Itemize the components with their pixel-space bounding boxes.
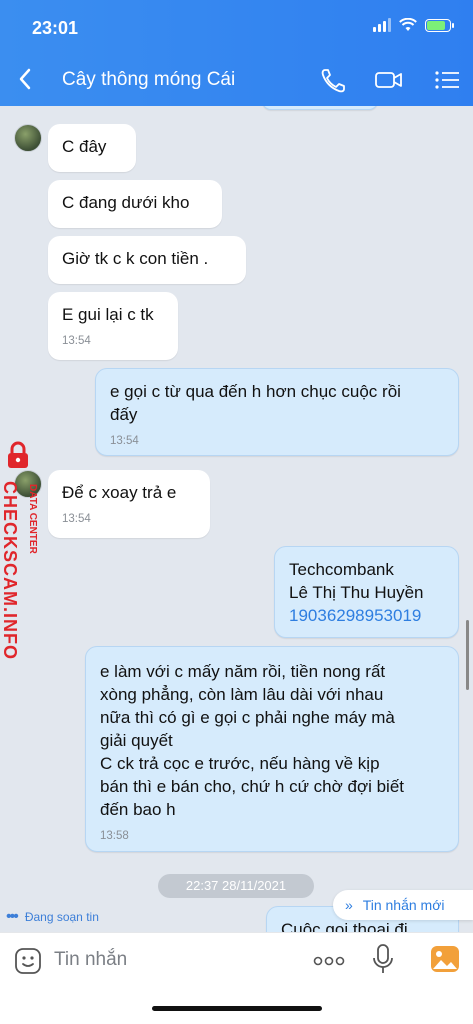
message-text: e gọi c từ qua đến h hơn chục cuộc rồi đ… <box>110 382 401 424</box>
message-time: 13:54 <box>110 435 139 447</box>
message-text: C đang dưới kho <box>62 193 190 212</box>
message-bubble-partial <box>262 106 378 110</box>
message-time: 13:58 <box>100 830 129 842</box>
message-text: E gui lại c tk <box>62 305 154 324</box>
wifi-icon <box>399 18 417 31</box>
message-text: Techcombank Lê Thị Thu Huyền <box>289 560 424 602</box>
message-bubble[interactable]: Giờ tk c k con tiền . <box>48 236 246 284</box>
lock-icon <box>8 441 28 468</box>
typing-indicator: ••• Đang soạn tin <box>6 908 99 926</box>
watermark: CHECKSCAM.INFO DATA CENTER <box>0 436 38 666</box>
message-text: Giờ tk c k con tiền . <box>62 249 209 268</box>
menu-list-icon[interactable] <box>433 66 463 94</box>
message-text: C đây <box>62 137 107 156</box>
status-time: 23:01 <box>32 18 79 38</box>
image-gallery-icon[interactable] <box>430 945 460 973</box>
message-time: 13:54 <box>62 335 91 347</box>
message-bubble[interactable]: e làm với c mấy năm rồi, tiền nong rất x… <box>85 646 459 852</box>
microphone-icon[interactable] <box>372 943 394 975</box>
message-text: e làm với c mấy năm rồi, tiền nong rất x… <box>100 662 405 819</box>
avatar[interactable] <box>14 124 42 152</box>
message-input[interactable]: Tin nhắn <box>54 949 127 971</box>
more-options-icon[interactable] <box>312 953 346 969</box>
home-indicator <box>152 1006 322 1011</box>
status-icons <box>373 18 454 32</box>
emoji-icon[interactable] <box>14 947 42 975</box>
new-messages-label: Tin nhắn mới <box>362 897 445 913</box>
phone-icon[interactable] <box>318 66 348 94</box>
message-text: Để c xoay trả e <box>62 483 177 502</box>
battery-icon <box>425 18 454 32</box>
scrollbar[interactable] <box>466 620 469 690</box>
chat-header: 23:01 Cây thông móng Cái <box>0 0 473 106</box>
message-time: 13:54 <box>62 513 91 525</box>
typing-dots-icon: ••• <box>6 908 19 925</box>
message-bubble[interactable]: C đang dưới kho <box>48 180 222 228</box>
date-divider: 22:37 28/11/2021 <box>158 874 314 898</box>
back-arrow-icon[interactable] <box>14 64 36 94</box>
typing-text: Đang soạn tin <box>24 910 99 924</box>
watermark-sub: DATA CENTER <box>27 484 38 554</box>
message-bubble[interactable]: E gui lại c tk 13:54 <box>48 292 178 360</box>
account-number-link[interactable]: 19036298953019 <box>275 604 458 627</box>
watermark-brand: CHECKSCAM.INFO <box>0 481 20 660</box>
new-messages-button[interactable]: » Tin nhắn mới <box>333 890 473 920</box>
message-bubble[interactable]: e gọi c từ qua đến h hơn chục cuộc rồi đ… <box>95 368 459 456</box>
conversation-title[interactable]: Cây thông móng Cái <box>62 69 235 91</box>
signal-icon <box>373 18 391 32</box>
message-bubble[interactable]: C đây <box>48 124 136 172</box>
message-bubble[interactable]: Để c xoay trả e 13:54 <box>48 470 210 538</box>
message-bubble[interactable]: Techcombank Lê Thị Thu Huyền 19036298953… <box>274 546 459 638</box>
video-call-icon[interactable] <box>374 66 404 94</box>
message-list[interactable]: C đây C đang dưới kho Giờ tk c k con tiề… <box>0 106 473 932</box>
double-chevron-down-icon: » <box>345 897 353 913</box>
